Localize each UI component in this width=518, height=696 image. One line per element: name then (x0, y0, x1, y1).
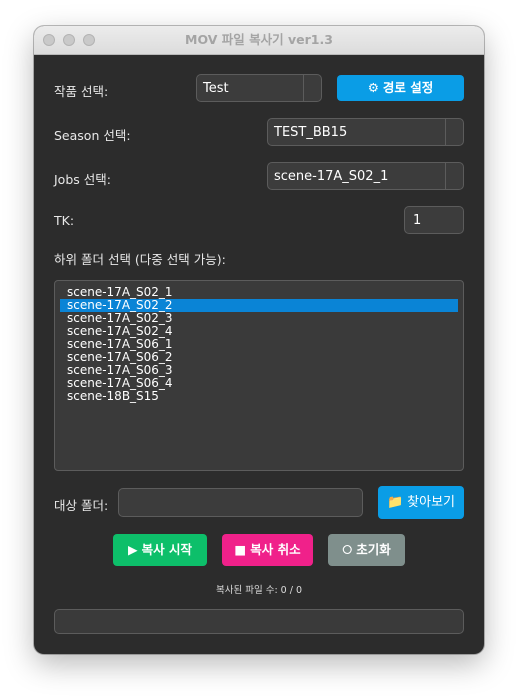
jobs-select-dropdown-button[interactable] (445, 163, 463, 189)
path-settings-button[interactable]: ⚙ 경로 설정 (337, 75, 464, 101)
gear-icon: ⚙ (367, 80, 379, 95)
jobs-select[interactable]: scene-17A_S02_1 (267, 162, 464, 190)
subfolder-label: 하위 폴더 선택 (다중 선택 가능): (54, 252, 226, 267)
jobs-label: Jobs 선택: (54, 172, 111, 187)
reset-button[interactable]: ⭘ 초기화 (328, 534, 405, 566)
start-copy-label: 복사 시작 (141, 542, 192, 557)
folder-icon: 📁 (386, 495, 404, 510)
project-select-dropdown-button[interactable] (303, 75, 321, 101)
target-folder-input[interactable] (118, 488, 363, 517)
tk-label: TK: (54, 213, 75, 228)
season-label: Season 선택: (54, 128, 131, 143)
progress-bar (54, 609, 464, 634)
cancel-copy-label: 복사 취소 (250, 542, 301, 557)
subfolder-listbox[interactable]: scene-17A_S02_1 scene-17A_S02_2 scene-17A_… (54, 280, 464, 471)
start-copy-button[interactable]: ▶ 복사 시작 (113, 534, 207, 566)
main-window: MOV 파일 복사기 ver1.3 작품 선택: Test ⚙ 경로 설정 Sea… (34, 26, 484, 654)
title-bar: MOV 파일 복사기 ver1.3 (34, 26, 484, 55)
window-title: MOV 파일 복사기 ver1.3 (185, 32, 333, 47)
reset-icon: ⭘ (342, 542, 353, 557)
project-select-value: Test (203, 81, 229, 96)
cancel-copy-button[interactable]: ■ 복사 취소 (222, 534, 313, 566)
season-select[interactable]: TEST_BB15 (267, 118, 464, 146)
jobs-select-value: scene-17A_S02_1 (274, 169, 389, 184)
season-select-value: TEST_BB15 (274, 125, 348, 140)
project-label: 작품 선택: (54, 84, 109, 99)
browse-button-label: 찾아보기 (407, 495, 456, 510)
browse-button[interactable]: 📁 찾아보기 (378, 486, 464, 519)
path-settings-label: 경로 설정 (382, 80, 434, 95)
stop-icon: ■ (234, 542, 247, 557)
target-folder-label: 대상 폴더: (54, 498, 109, 513)
subfolder-list-item[interactable]: scene-18B_S15 (60, 390, 458, 403)
tk-input[interactable]: 1 (404, 206, 464, 234)
project-select[interactable]: Test (196, 74, 322, 102)
season-select-dropdown-button[interactable] (445, 119, 463, 145)
reset-label: 초기화 (356, 542, 391, 557)
play-icon: ▶ (128, 542, 138, 557)
copied-count-text: 복사된 파일 수: 0 / 0 (215, 585, 303, 596)
